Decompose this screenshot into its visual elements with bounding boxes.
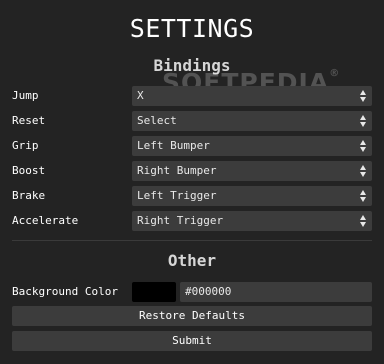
bindings-heading: Bindings	[153, 56, 231, 75]
binding-label: Accelerate	[12, 214, 79, 227]
select-value: Left Trigger	[137, 189, 217, 202]
binding-select-boost[interactable]: Right Bumper	[132, 161, 372, 181]
binding-label: Grip	[12, 139, 39, 152]
select-value: Right Bumper	[137, 164, 217, 177]
select-arrows-icon	[360, 190, 367, 202]
background-color-input[interactable]: #000000	[180, 282, 372, 302]
submit-button[interactable]: Submit	[12, 331, 372, 351]
binding-select-accelerate[interactable]: Right Trigger	[132, 211, 372, 231]
select-value: Select	[137, 114, 177, 127]
binding-select-jump[interactable]: X	[132, 86, 372, 106]
select-value: Right Trigger	[137, 214, 224, 227]
binding-row-reset: Reset Select	[0, 111, 384, 131]
section-divider	[12, 240, 372, 241]
binding-select-reset[interactable]: Select	[132, 111, 372, 131]
binding-row-jump: Jump X	[0, 86, 384, 106]
background-color-row: Background Color #000000	[0, 282, 384, 302]
page-title: SETTINGS	[129, 14, 255, 43]
select-arrows-icon	[360, 165, 367, 177]
background-color-value: #000000	[185, 285, 232, 298]
binding-row-grip: Grip Left Bumper	[0, 136, 384, 156]
binding-select-brake[interactable]: Left Trigger	[132, 186, 372, 206]
select-arrows-icon	[360, 215, 367, 227]
select-value: Left Bumper	[137, 139, 210, 152]
select-arrows-icon	[360, 90, 367, 102]
binding-label: Brake	[12, 189, 46, 202]
select-arrows-icon	[360, 140, 367, 152]
settings-page: SETTINGS Bindings SOFTPEDIA® Jump X Rese…	[0, 0, 384, 364]
binding-label: Boost	[12, 164, 46, 177]
binding-row-brake: Brake Left Trigger	[0, 186, 384, 206]
binding-row-boost: Boost Right Bumper	[0, 161, 384, 181]
background-color-label: Background Color	[12, 285, 118, 298]
binding-label: Reset	[12, 114, 46, 127]
binding-row-accelerate: Accelerate Right Trigger	[0, 211, 384, 231]
background-color-swatch[interactable]	[132, 282, 176, 302]
binding-select-grip[interactable]: Left Bumper	[132, 136, 372, 156]
other-heading: Other	[167, 251, 217, 270]
select-arrows-icon	[360, 115, 367, 127]
select-value: X	[137, 89, 144, 102]
restore-defaults-button[interactable]: Restore Defaults	[12, 306, 372, 326]
binding-label: Jump	[12, 89, 39, 102]
